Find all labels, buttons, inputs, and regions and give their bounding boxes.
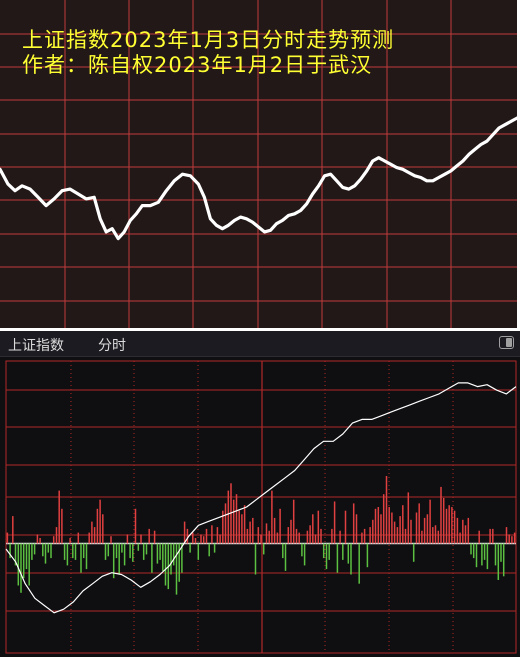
index-name: 上证指数 bbox=[8, 338, 64, 354]
panel-toggle-icon[interactable] bbox=[499, 336, 514, 349]
intraday-header: 上证指数 分时 bbox=[0, 331, 520, 357]
forecast-chart-panel: 上证指数2023年1月3日分时走势预测 作者：陈自权2023年1月2日于武汉 bbox=[0, 0, 517, 328]
intraday-price-line bbox=[5, 382, 517, 614]
forecast-author-line: 作者：陈自权2023年1月2日于武汉 bbox=[22, 53, 373, 77]
tab-intraday[interactable]: 分时 bbox=[98, 335, 126, 355]
forecast-title: 上证指数2023年1月3日分时走势预测 bbox=[22, 28, 395, 52]
intraday-chart bbox=[5, 360, 517, 654]
intraday-chart-panel: 上证指数 分时 bbox=[0, 331, 520, 657]
chart-frame bbox=[5, 360, 517, 654]
